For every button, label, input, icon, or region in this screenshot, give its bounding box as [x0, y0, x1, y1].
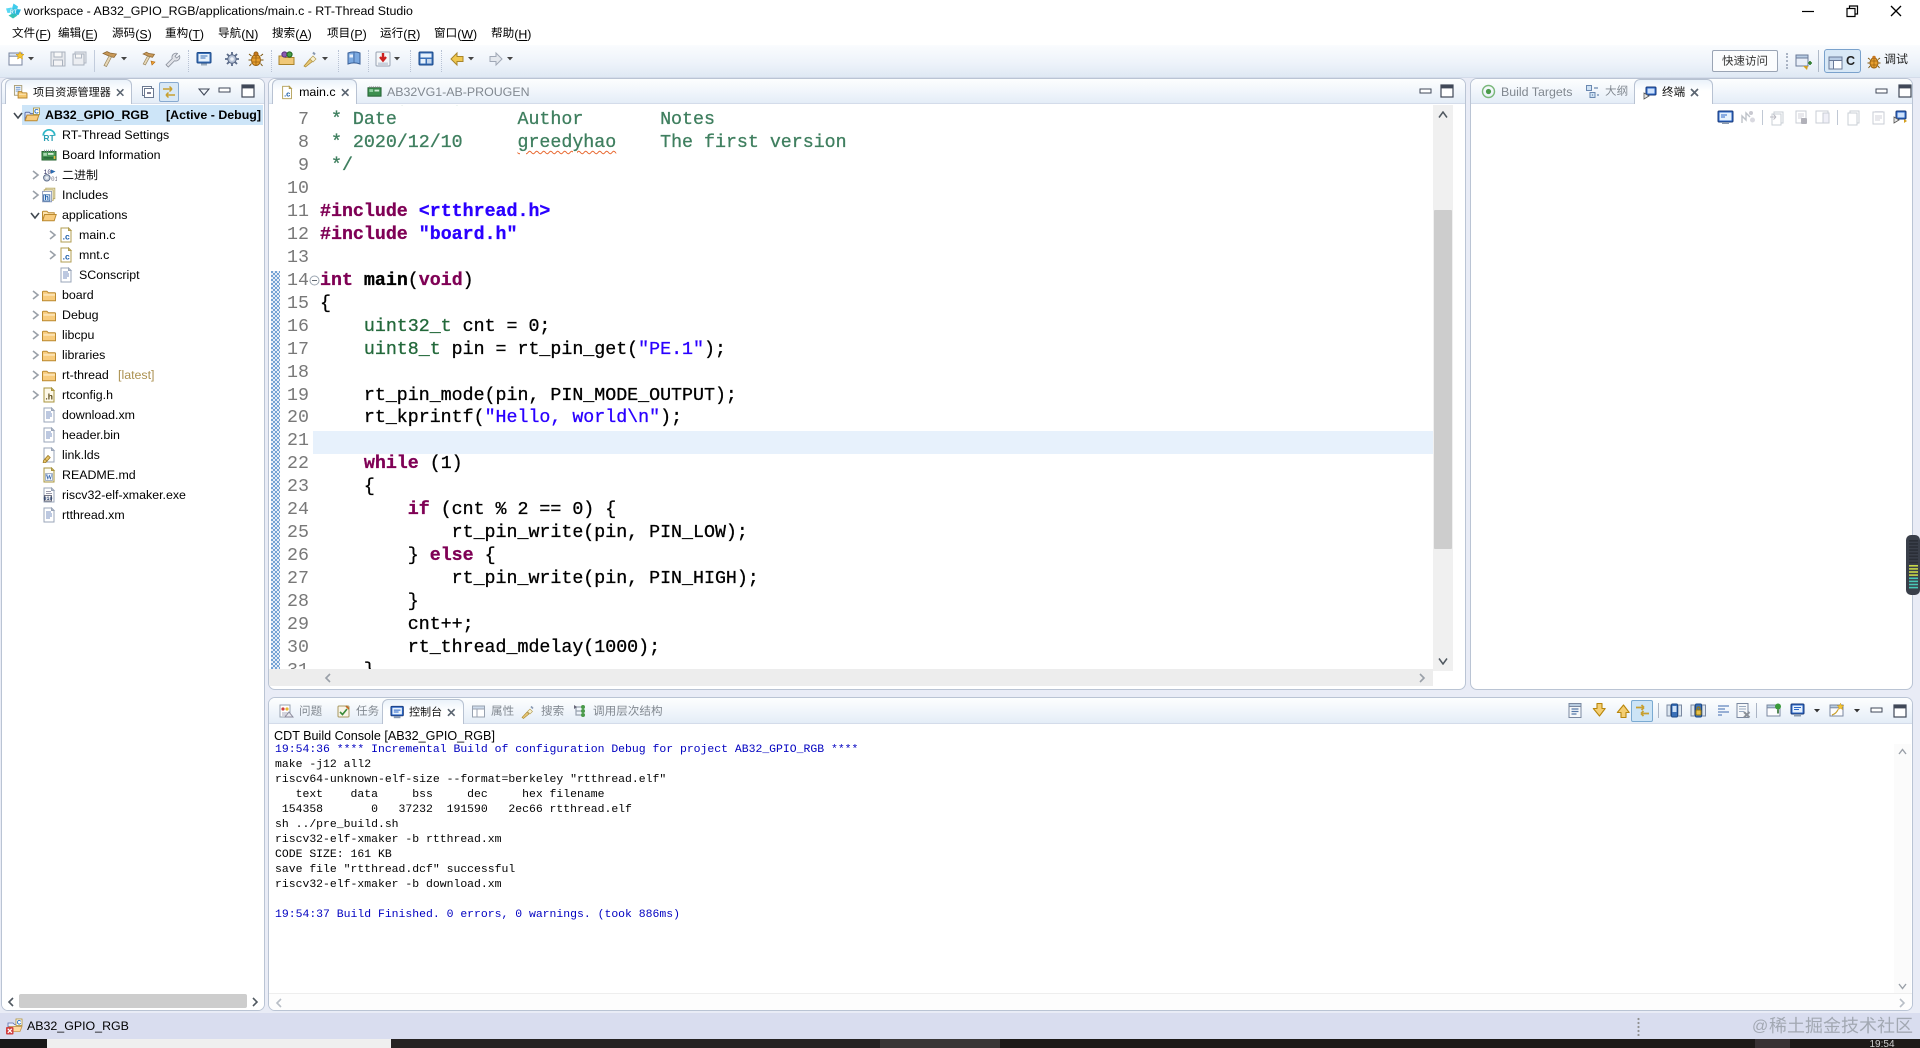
svg-text:010: 010 — [43, 496, 52, 502]
svg-text:RT: RT — [43, 133, 55, 143]
svg-text:h: h — [45, 195, 49, 202]
svg-text:01: 01 — [51, 176, 57, 183]
svg-text:.c: .c — [284, 89, 290, 98]
svg-text:.h: .h — [45, 392, 53, 402]
svg-text:RT: RT — [10, 10, 17, 16]
svg-text:C: C — [34, 109, 39, 116]
svg-text:C: C — [17, 1021, 22, 1027]
svg-text:.c: .c — [63, 252, 70, 262]
svg-text:.c: .c — [63, 232, 70, 242]
svg-text:W: W — [46, 474, 53, 481]
